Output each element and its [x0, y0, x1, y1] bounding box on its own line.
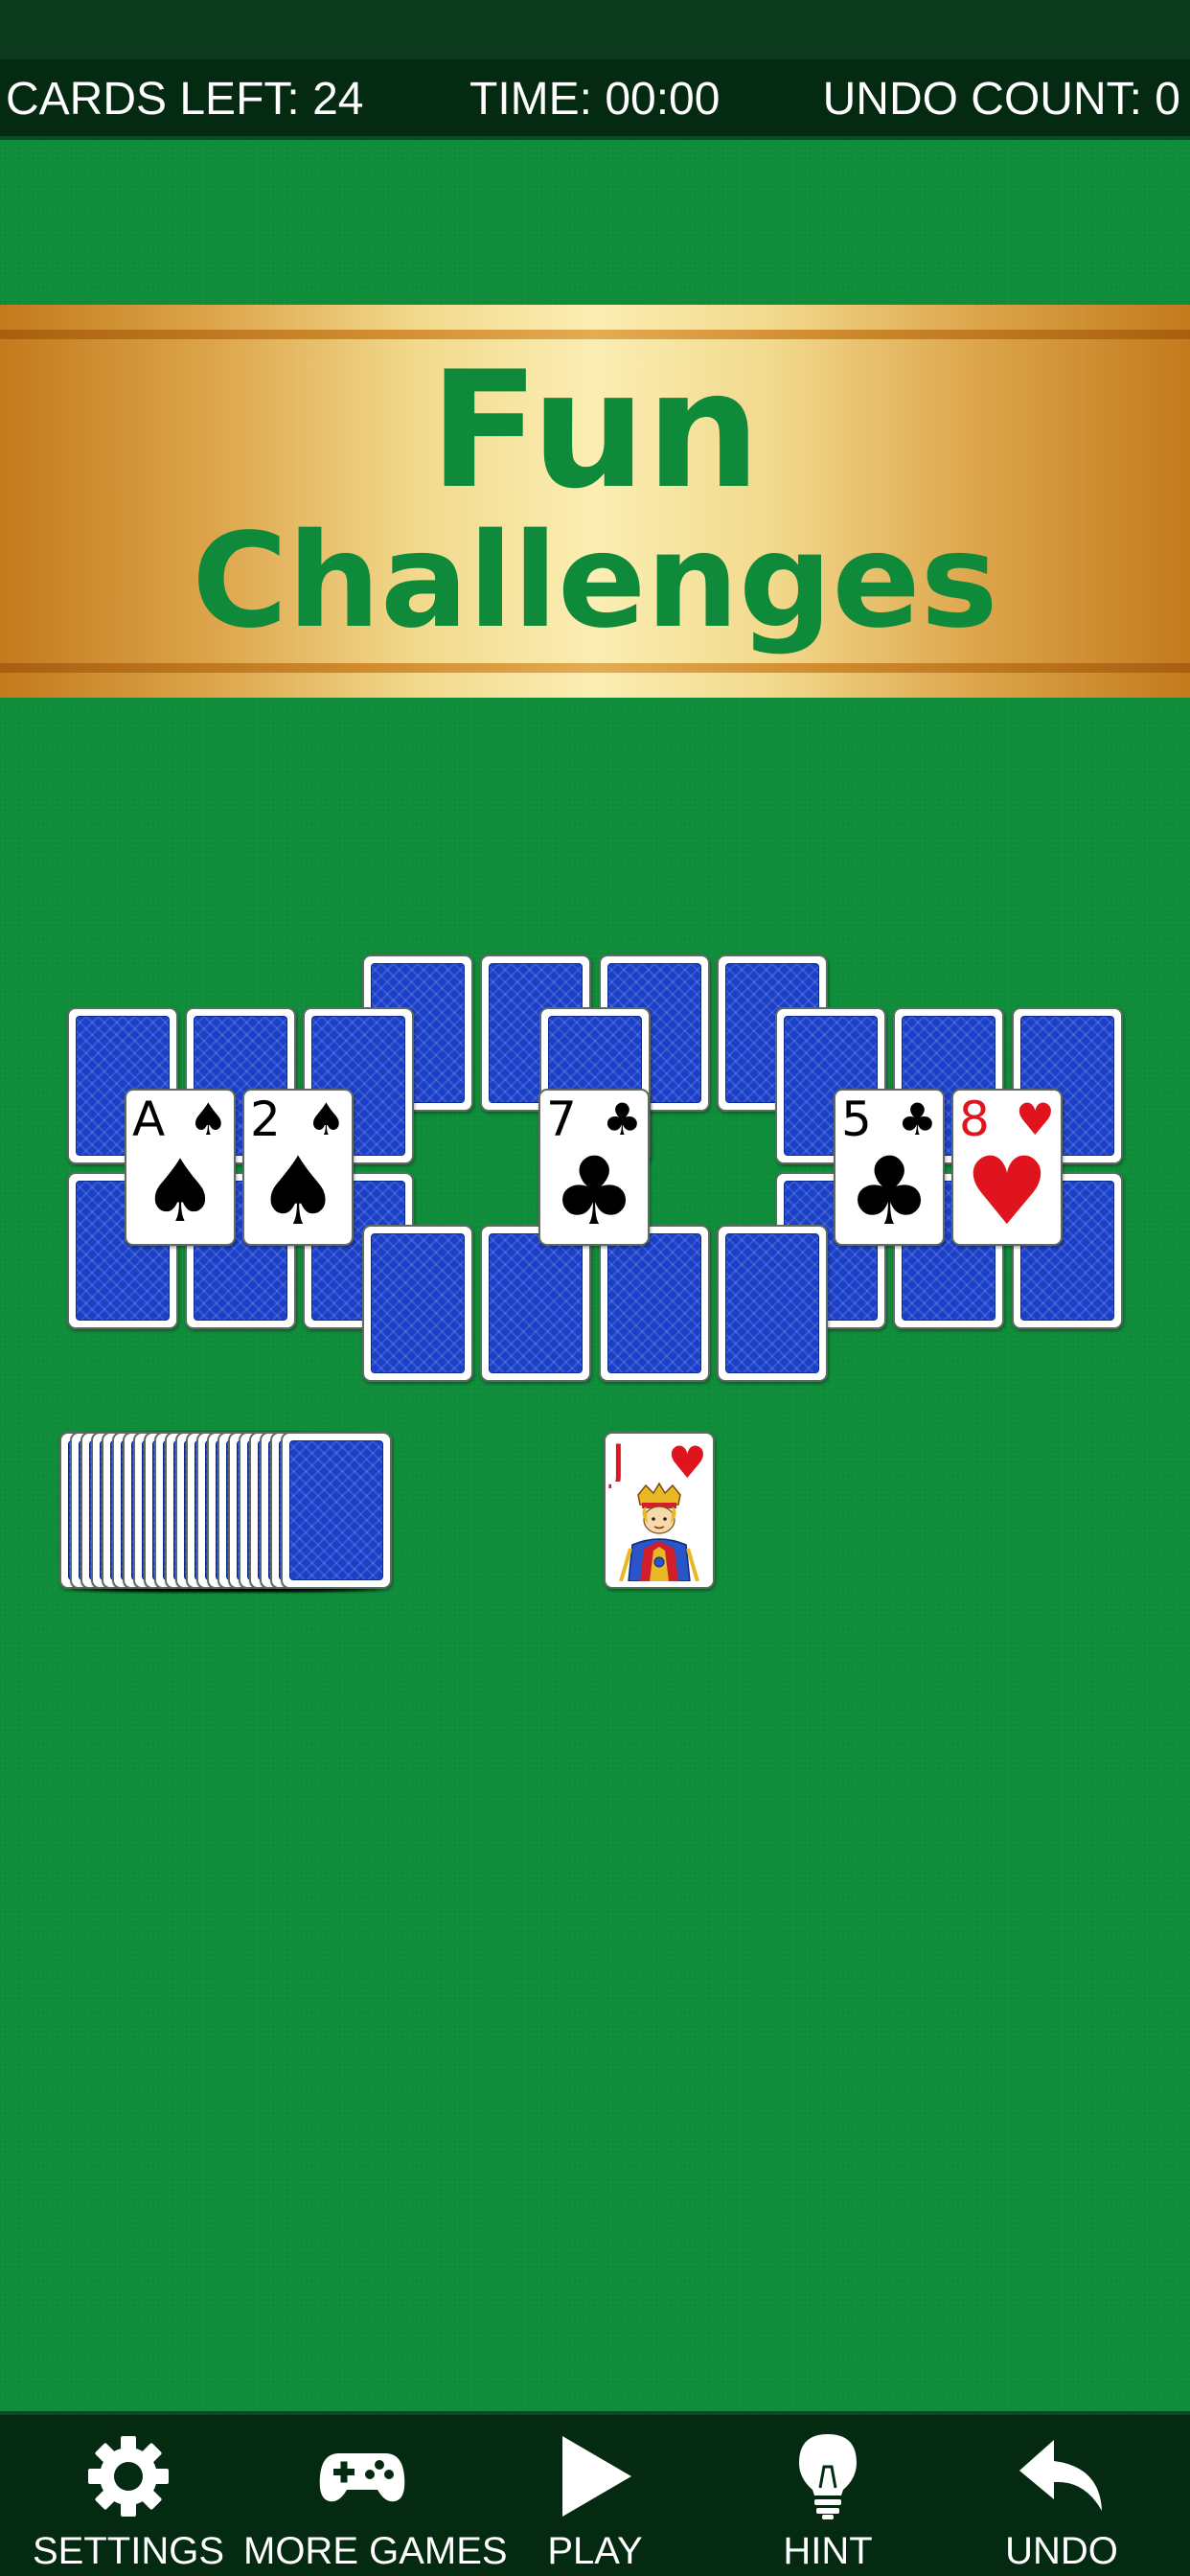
- club-icon: ♣: [552, 1138, 636, 1247]
- playing-card-ace-spades[interactable]: A ♠ ♠: [125, 1089, 236, 1246]
- undo-button[interactable]: UNDO: [943, 2432, 1180, 2576]
- system-status-strip: [0, 0, 1190, 59]
- cards-left-counter: CARDS LEFT: 24: [6, 74, 364, 125]
- play-icon: [562, 2436, 631, 2517]
- banner-title-line2: Challenges: [192, 506, 998, 657]
- gear-icon: [88, 2436, 169, 2517]
- game-status-bar: CARDS LEFT: 24 TIME: 00:00 UNDO COUNT: 0: [0, 59, 1190, 140]
- settings-button[interactable]: SETTINGS: [10, 2432, 247, 2576]
- playing-card-five-clubs[interactable]: 5 ♣ ♣: [834, 1089, 945, 1246]
- undo-counter: UNDO COUNT: 0: [822, 74, 1180, 125]
- card-suit-small: ♠: [188, 1093, 228, 1145]
- play-button[interactable]: PLAY: [476, 2432, 714, 2576]
- spade-icon: ♠: [141, 1141, 219, 1242]
- card-rank: A: [132, 1092, 166, 1147]
- spade-icon: ♠: [256, 1138, 340, 1247]
- playing-card-eight-hearts[interactable]: 8 ♥ ♥: [951, 1089, 1063, 1246]
- hint-label: HINT: [783, 2530, 873, 2572]
- waste-card-jack-hearts[interactable]: J ♥: [604, 1432, 715, 1589]
- bottom-toolbar: SETTINGS MORE GAMES PLAY HINT UNDO: [0, 2411, 1190, 2576]
- card-back: [480, 1225, 591, 1382]
- undo-arrow-icon: [1019, 2440, 1102, 2511]
- jack-portrait-icon: [611, 1482, 707, 1581]
- more-games-label: MORE GAMES: [243, 2530, 508, 2572]
- more-games-button[interactable]: MORE GAMES: [243, 2432, 508, 2576]
- stock-card-back: [281, 1432, 392, 1589]
- card-back: [599, 1225, 710, 1382]
- banner-title-line1: Fun: [429, 336, 761, 524]
- play-label: PLAY: [547, 2530, 643, 2572]
- heart-icon: ♥: [965, 1138, 1049, 1247]
- promo-banner: Fun Challenges: [0, 305, 1190, 698]
- playing-card-seven-clubs[interactable]: 7 ♣ ♣: [538, 1089, 650, 1246]
- lightbulb-icon: [799, 2434, 857, 2519]
- playing-card-two-spades[interactable]: 2 ♠ ♠: [242, 1089, 354, 1246]
- card-back: [362, 1225, 473, 1382]
- club-icon: ♣: [847, 1138, 931, 1247]
- gamepad-icon: [319, 2453, 405, 2502]
- settings-label: SETTINGS: [32, 2530, 225, 2572]
- card-back: [717, 1225, 828, 1382]
- timer: TIME: 00:00: [469, 74, 721, 125]
- undo-label: UNDO: [1005, 2530, 1118, 2572]
- hint-button[interactable]: HINT: [709, 2432, 947, 2576]
